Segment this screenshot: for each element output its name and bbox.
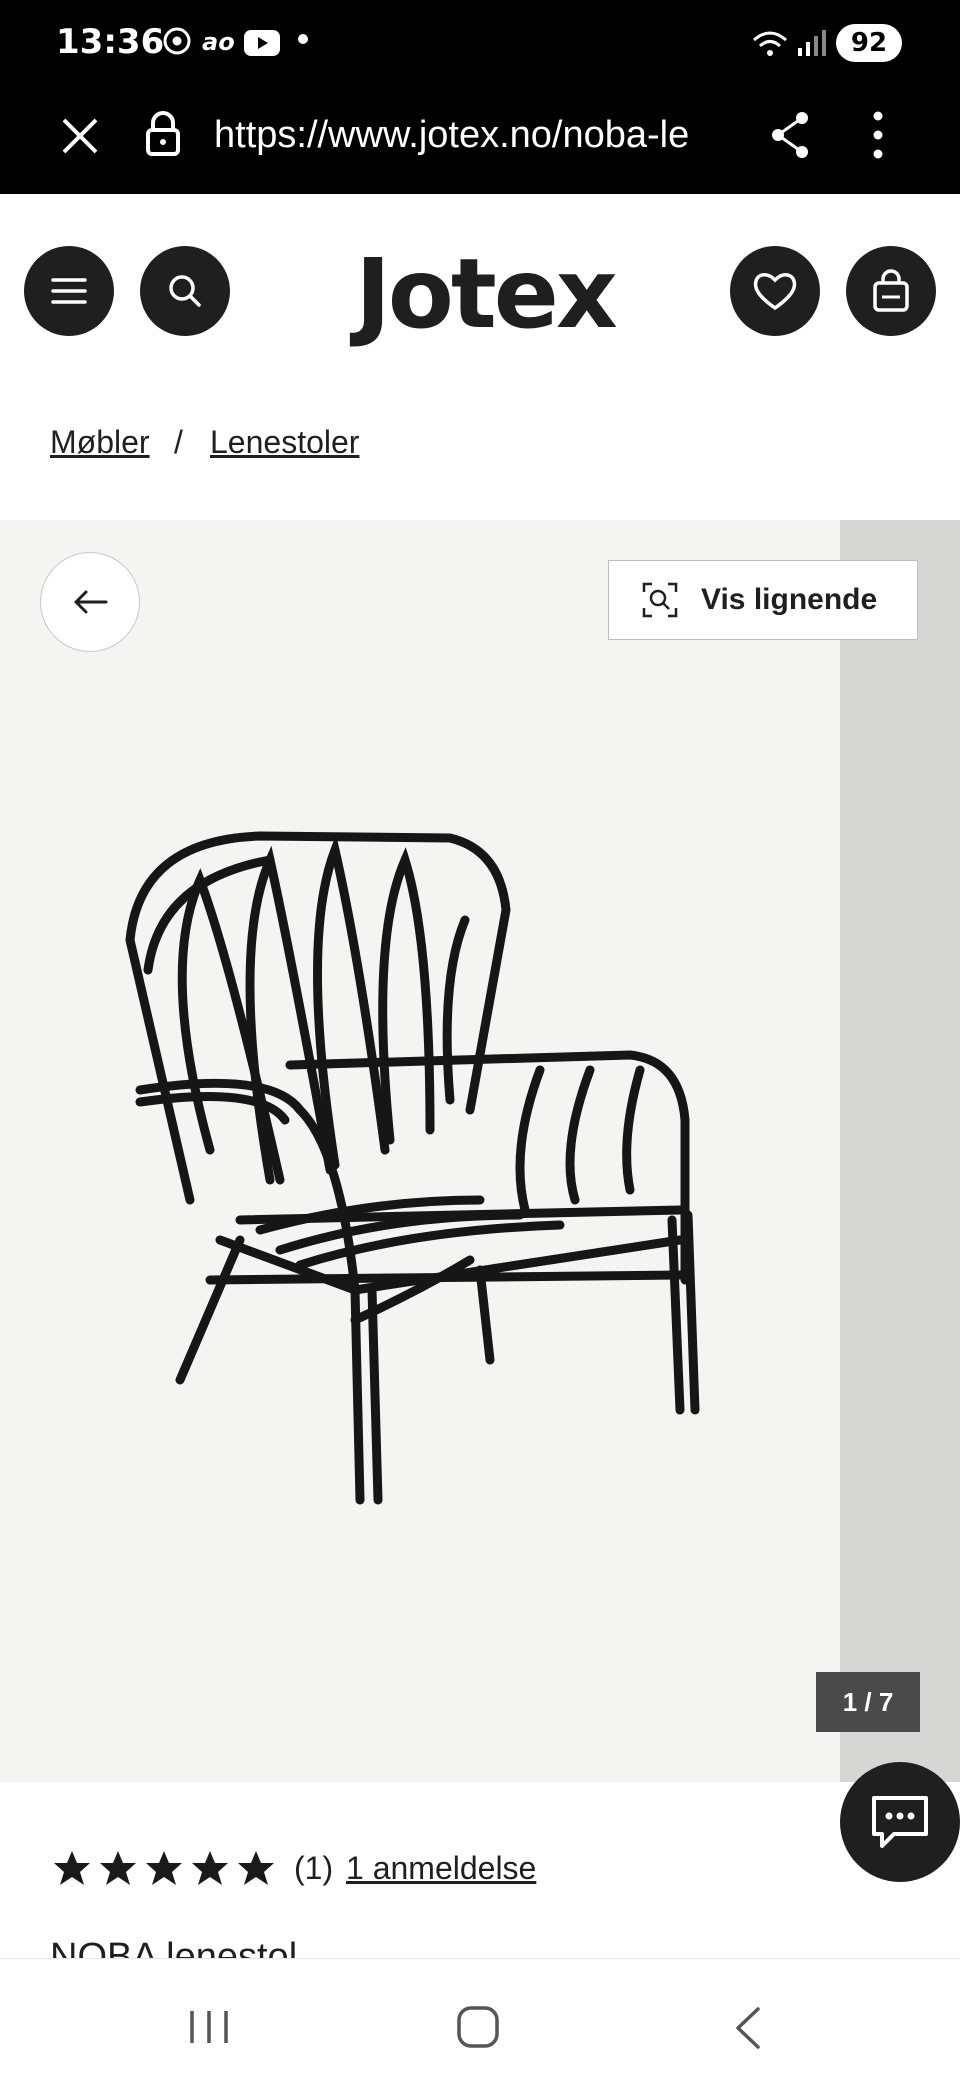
site-logo[interactable]: Jotex bbox=[340, 238, 630, 350]
visual-search-icon bbox=[642, 582, 678, 618]
heart-icon bbox=[753, 273, 797, 311]
url-field[interactable]: https://www.jotex.no/noba-le bbox=[214, 114, 730, 157]
wishlist-button[interactable] bbox=[730, 246, 820, 336]
battery-indicator: 92 bbox=[836, 24, 902, 62]
product-image-chair bbox=[125, 831, 700, 1505]
star-icon bbox=[192, 1851, 228, 1885]
rating-stars bbox=[52, 1848, 276, 1888]
system-nav-bar bbox=[0, 1958, 960, 2081]
status-time: 13:36 bbox=[56, 22, 165, 62]
star-icon bbox=[100, 1851, 136, 1885]
show-similar-label: Vis lignende bbox=[701, 583, 878, 616]
youtube-icon bbox=[244, 30, 280, 56]
cart-button[interactable] bbox=[846, 246, 936, 336]
home-icon[interactable] bbox=[456, 2005, 500, 2049]
product-image-gallery[interactable] bbox=[0, 520, 840, 1782]
arrow-left-icon bbox=[74, 590, 108, 614]
star-icon bbox=[238, 1851, 274, 1885]
chrome-icon bbox=[163, 27, 191, 55]
search-icon bbox=[169, 275, 201, 307]
breadcrumb-item-lenestoler[interactable]: Lenestoler bbox=[210, 424, 359, 461]
battery-level: 92 bbox=[850, 28, 888, 58]
bag-icon bbox=[873, 269, 909, 312]
more-options-icon[interactable] bbox=[872, 110, 884, 160]
search-button[interactable] bbox=[140, 246, 230, 336]
rating-count: (1) bbox=[294, 1850, 334, 1886]
gallery-back-button[interactable] bbox=[40, 552, 140, 652]
breadcrumb-separator: / bbox=[174, 424, 183, 460]
breadcrumb-item-mobler[interactable]: Møbler bbox=[50, 424, 150, 461]
signal-icon bbox=[798, 30, 826, 56]
reviews-link[interactable]: 1 anmeldelse bbox=[346, 1850, 536, 1887]
wifi-icon bbox=[753, 31, 787, 56]
product-title: NOBA lenestol bbox=[50, 1938, 297, 1958]
lock-icon[interactable] bbox=[144, 110, 182, 158]
menu-icon bbox=[51, 278, 87, 304]
browser-toolbar: https://www.jotex.no/noba-le bbox=[0, 88, 960, 194]
next-image-preview[interactable] bbox=[840, 520, 960, 1782]
share-icon[interactable] bbox=[768, 110, 812, 160]
dot-icon bbox=[298, 34, 308, 44]
show-similar-button[interactable]: Vis lignende bbox=[608, 560, 918, 640]
chat-icon bbox=[872, 1796, 928, 1848]
star-icon bbox=[146, 1851, 182, 1885]
image-counter: 1 / 7 bbox=[816, 1672, 920, 1732]
back-icon[interactable] bbox=[732, 2005, 762, 2051]
star-icon bbox=[54, 1851, 90, 1885]
close-icon[interactable] bbox=[58, 114, 102, 158]
status-bar: 13:36 ao 92 bbox=[0, 0, 960, 88]
recent-apps-icon[interactable] bbox=[186, 2007, 232, 2047]
chat-button[interactable] bbox=[840, 1762, 960, 1882]
menu-button[interactable] bbox=[24, 246, 114, 336]
ao-icon: ao bbox=[202, 28, 235, 56]
